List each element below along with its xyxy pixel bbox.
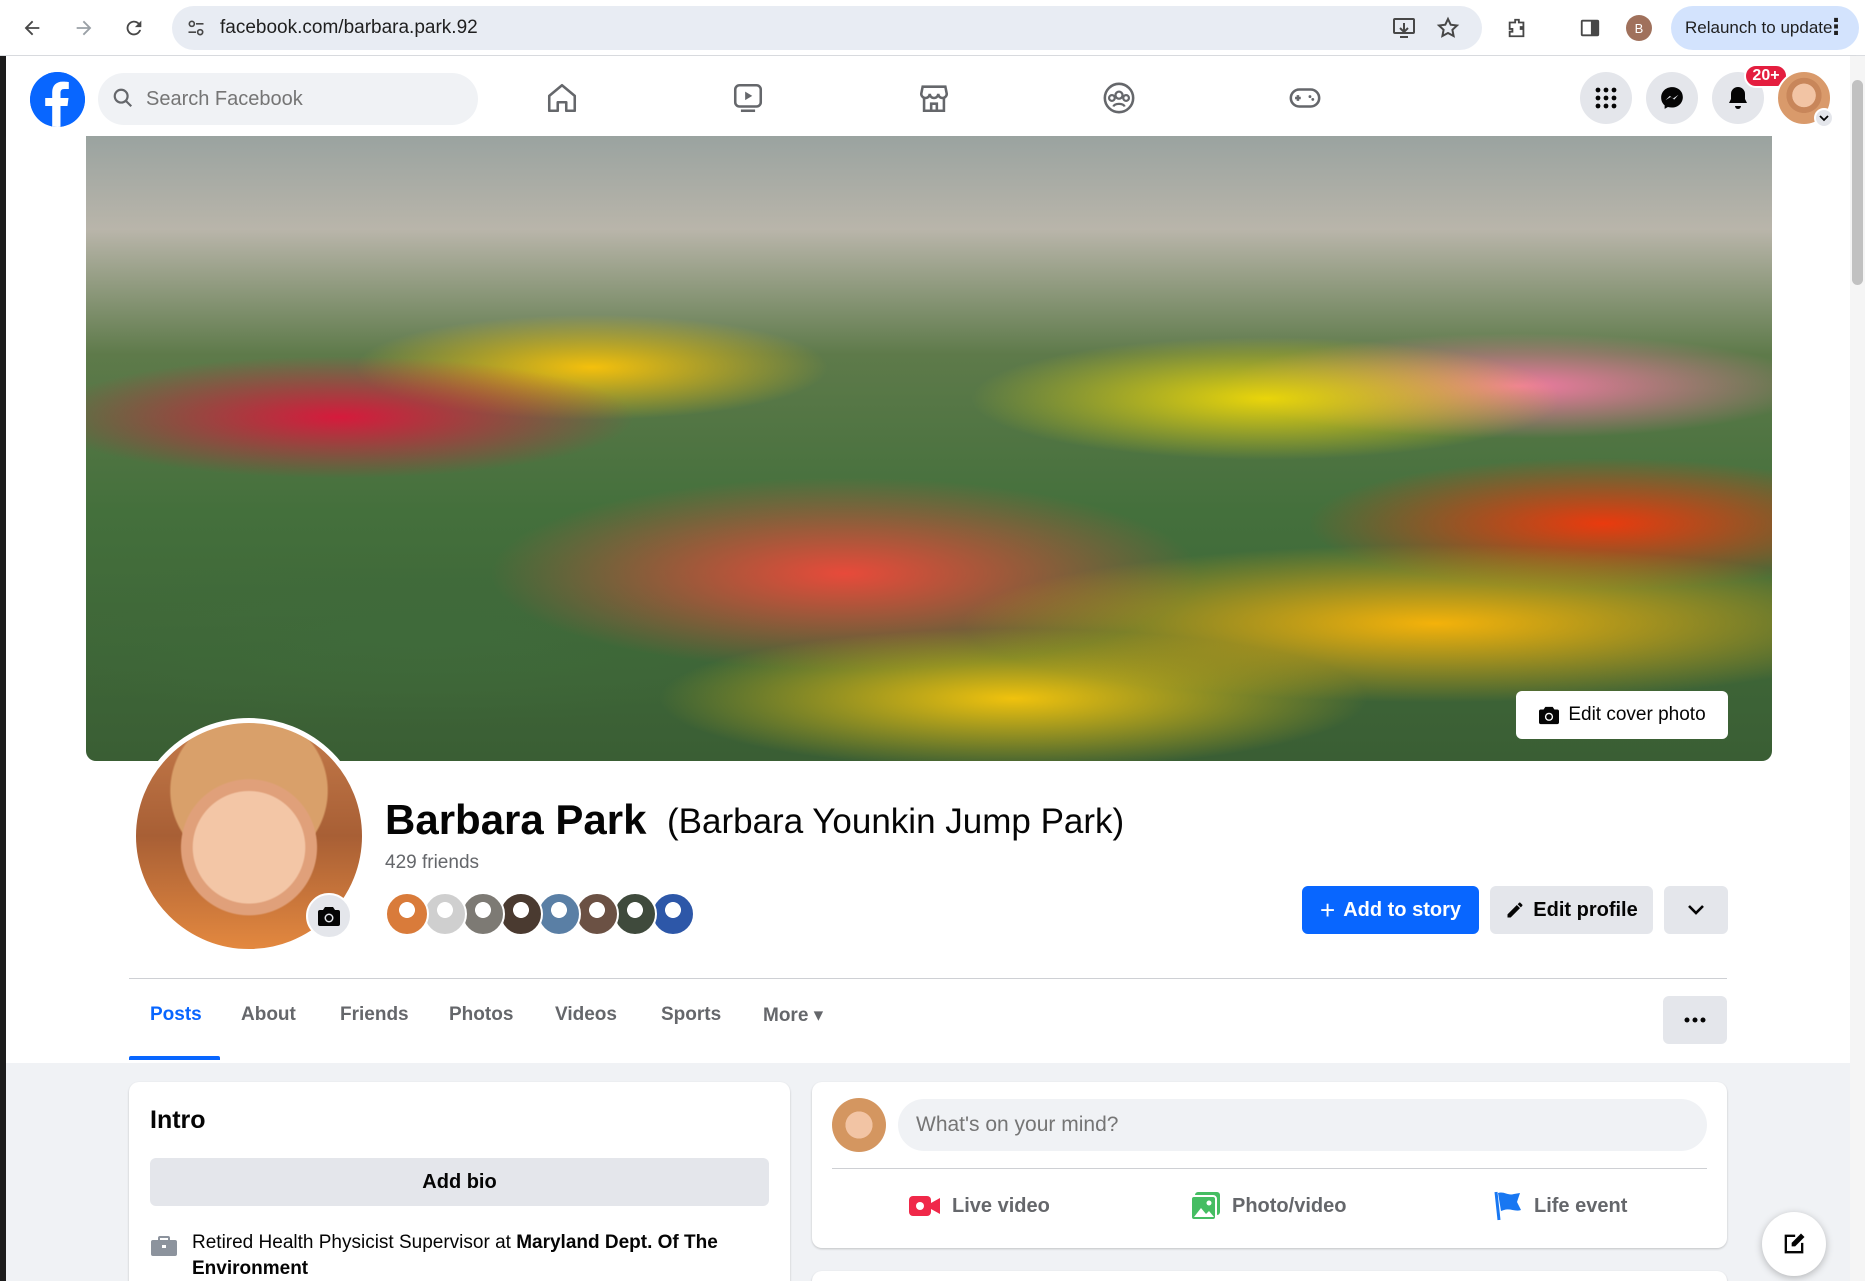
browser-profile-avatar[interactable]: B bbox=[1626, 15, 1652, 41]
home-icon[interactable] bbox=[540, 76, 584, 120]
bell-icon bbox=[1729, 87, 1747, 109]
gaming-icon[interactable] bbox=[1283, 76, 1327, 120]
caret-down-icon: ▾ bbox=[808, 1005, 824, 1026]
edit-cover-photo-button[interactable]: Edit cover photo bbox=[1516, 691, 1728, 739]
intro-title: Intro bbox=[150, 1106, 206, 1134]
intro-card: Intro Add bio Retired Health Physicist S… bbox=[129, 1082, 790, 1281]
profile-alternate-name: (Barbara Younkin Jump Park) bbox=[667, 802, 1125, 841]
marketplace-icon[interactable] bbox=[912, 76, 956, 120]
plus-icon: + bbox=[1320, 894, 1336, 925]
tab-label: Videos bbox=[555, 1004, 617, 1025]
photo-video-button[interactable]: Photo/video bbox=[1190, 1182, 1346, 1230]
tab-friends[interactable]: Friends bbox=[340, 1004, 409, 1026]
life-event-label: Life event bbox=[1534, 1194, 1628, 1217]
search-input[interactable] bbox=[146, 73, 466, 125]
whats-on-your-mind-input[interactable] bbox=[898, 1099, 1707, 1151]
flag-icon bbox=[1494, 1191, 1521, 1221]
tab-videos[interactable]: Videos bbox=[555, 1004, 617, 1026]
reload-icon[interactable] bbox=[114, 8, 154, 48]
new-message-button[interactable] bbox=[1762, 1212, 1826, 1276]
composer-avatar[interactable] bbox=[832, 1098, 886, 1152]
messenger-icon bbox=[1661, 87, 1683, 109]
live-video-label: Live video bbox=[952, 1194, 1050, 1217]
work-info: Retired Health Physicist Supervisor at M… bbox=[150, 1230, 770, 1281]
groups-icon[interactable] bbox=[1097, 76, 1141, 120]
back-icon[interactable] bbox=[12, 8, 52, 48]
search-box[interactable] bbox=[98, 73, 478, 125]
facebook-top-bar: 20+ bbox=[6, 56, 1856, 136]
relaunch-button[interactable]: Relaunch to update ⋮ bbox=[1671, 6, 1859, 50]
section-divider bbox=[129, 978, 1727, 979]
update-profile-picture-button[interactable] bbox=[306, 893, 352, 939]
forward-icon[interactable] bbox=[64, 8, 104, 48]
friend-avatar[interactable] bbox=[385, 892, 429, 936]
profile-more-dropdown-button[interactable] bbox=[1664, 886, 1728, 934]
site-settings-icon[interactable] bbox=[186, 18, 206, 43]
friend-avatar[interactable] bbox=[499, 892, 543, 936]
tab-label: Posts bbox=[150, 1004, 202, 1025]
messenger-button[interactable] bbox=[1646, 72, 1698, 124]
friend-avatar[interactable] bbox=[575, 892, 619, 936]
kebab-menu-icon: ⋮ bbox=[1825, 14, 1847, 39]
scrollbar-thumb[interactable] bbox=[1852, 80, 1863, 285]
camera-icon bbox=[318, 907, 340, 926]
work-title: Retired Health Physicist Supervisor at bbox=[192, 1232, 517, 1253]
friends-count-link[interactable]: 429 friends bbox=[385, 852, 479, 874]
friend-avatar[interactable] bbox=[651, 892, 695, 936]
pencil-icon bbox=[1507, 902, 1523, 918]
tab-label: More bbox=[763, 1005, 809, 1026]
photo-video-label: Photo/video bbox=[1232, 1194, 1347, 1217]
add-bio-button[interactable]: Add bio bbox=[150, 1158, 769, 1206]
live-video-button[interactable]: Live video bbox=[908, 1182, 1050, 1230]
chevron-down-icon bbox=[1814, 108, 1834, 128]
tab-label: Sports bbox=[661, 1004, 722, 1025]
next-card bbox=[812, 1271, 1727, 1281]
edit-profile-label: Edit profile bbox=[1533, 898, 1638, 921]
url-text[interactable]: facebook.com/barbara.park.92 bbox=[220, 17, 478, 39]
compose-icon bbox=[1784, 1233, 1805, 1254]
friend-avatar[interactable] bbox=[423, 892, 467, 936]
active-tab-indicator bbox=[129, 1056, 220, 1060]
profile-name: Barbara Park bbox=[385, 796, 647, 843]
address-bar[interactable]: facebook.com/barbara.park.92 bbox=[172, 6, 1482, 50]
tab-label: Friends bbox=[340, 1004, 409, 1025]
menu-grid-icon bbox=[1595, 87, 1617, 109]
search-icon bbox=[112, 87, 134, 114]
extensions-icon[interactable] bbox=[1497, 8, 1537, 48]
friend-avatar[interactable] bbox=[461, 892, 505, 936]
tab-posts[interactable]: Posts bbox=[150, 1004, 202, 1026]
tab-photos[interactable]: Photos bbox=[449, 1004, 513, 1026]
facebook-logo-icon[interactable] bbox=[30, 72, 85, 127]
composer-divider bbox=[832, 1168, 1707, 1169]
life-event-button[interactable]: Life event bbox=[1492, 1182, 1627, 1230]
browser-toolbar: facebook.com/barbara.park.92 B Relaunch … bbox=[0, 0, 1865, 56]
tab-label: About bbox=[241, 1004, 296, 1025]
menu-grid-button[interactable] bbox=[1580, 72, 1632, 124]
relaunch-label: Relaunch to update bbox=[1685, 18, 1833, 37]
live-video-icon bbox=[909, 1196, 940, 1216]
tabs-overflow-button[interactable] bbox=[1663, 996, 1727, 1044]
add-to-story-label: Add to story bbox=[1343, 898, 1461, 921]
camera-icon bbox=[1539, 706, 1560, 725]
friend-avatar[interactable] bbox=[537, 892, 581, 936]
tab-sports[interactable]: Sports bbox=[661, 1004, 721, 1026]
add-to-story-button[interactable]: + Add to story bbox=[1302, 886, 1479, 934]
bookmark-star-icon[interactable] bbox=[1436, 16, 1460, 45]
edit-cover-label: Edit cover photo bbox=[1568, 704, 1706, 725]
post-composer: Live video Photo/video Life event bbox=[812, 1082, 1727, 1248]
install-app-icon[interactable] bbox=[1392, 17, 1416, 44]
tab-label: Photos bbox=[449, 1004, 514, 1025]
side-panel-icon[interactable] bbox=[1570, 8, 1610, 48]
friend-avatar[interactable] bbox=[613, 892, 657, 936]
chevron-down-icon bbox=[1688, 905, 1704, 915]
cover-photo[interactable] bbox=[86, 136, 1772, 761]
edit-profile-button[interactable]: Edit profile bbox=[1490, 886, 1653, 934]
ellipsis-icon bbox=[1684, 1017, 1706, 1023]
tab-about[interactable]: About bbox=[241, 1004, 296, 1026]
account-avatar[interactable] bbox=[1776, 70, 1834, 128]
tab-more[interactable]: More ▾ bbox=[763, 1004, 823, 1027]
photo-icon bbox=[1190, 1192, 1220, 1221]
video-icon[interactable] bbox=[726, 76, 770, 120]
